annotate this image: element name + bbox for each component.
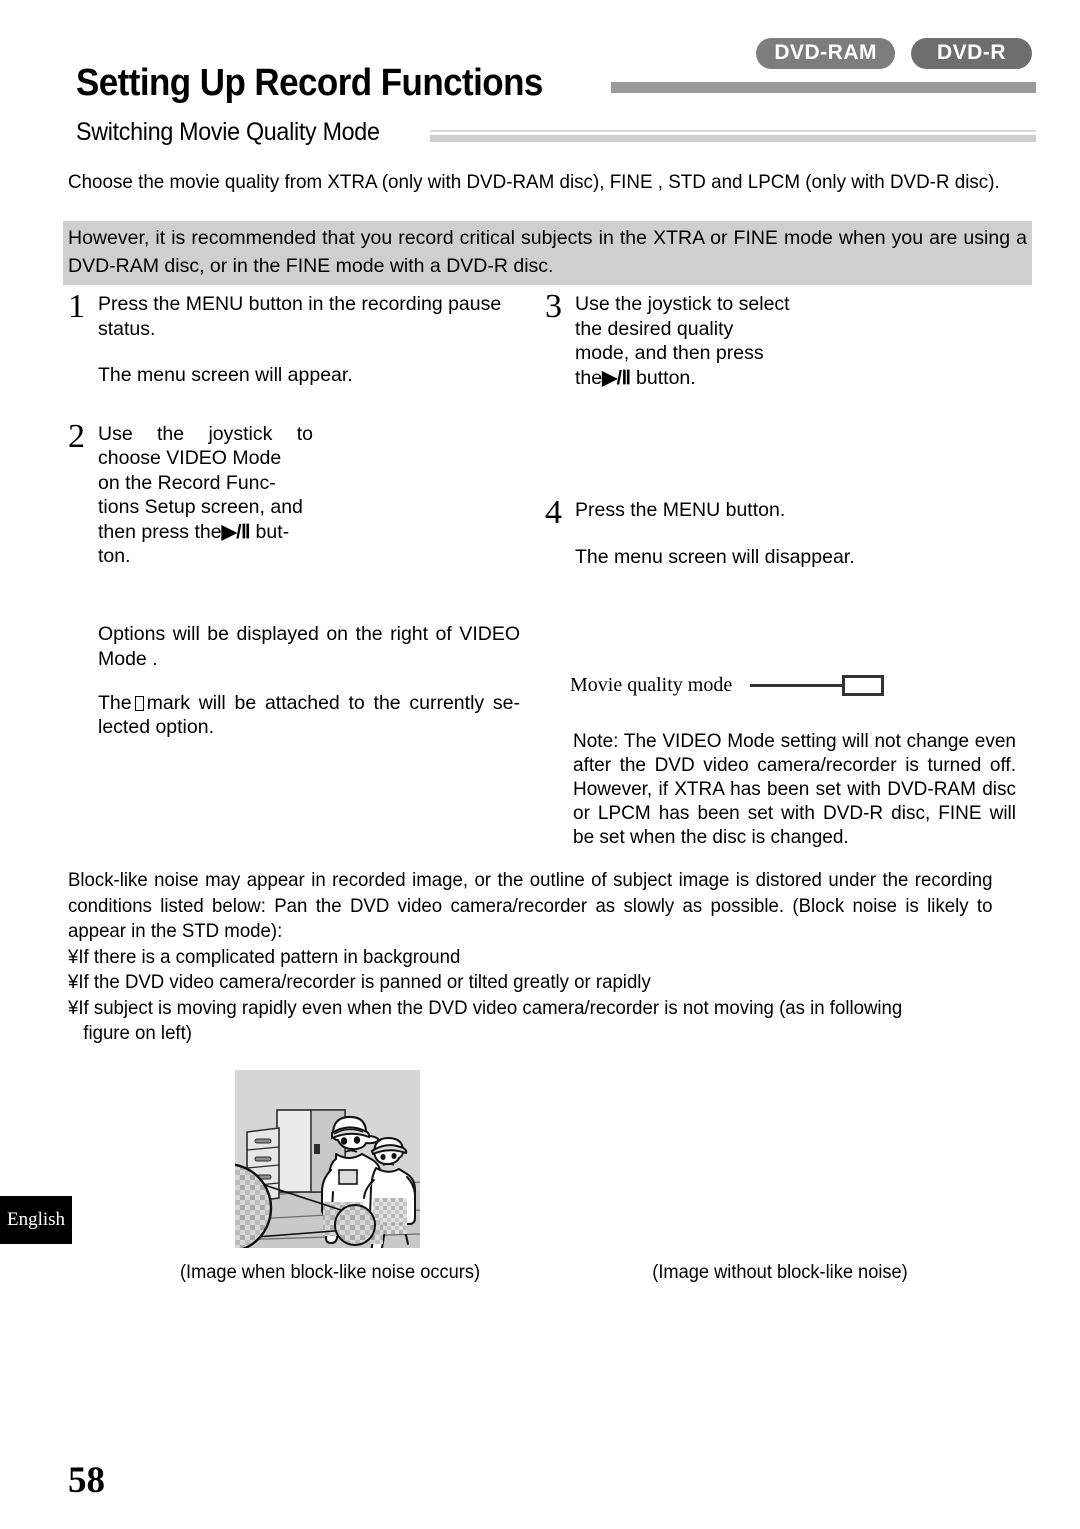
step-2-text-f: ton. bbox=[98, 545, 131, 567]
step-1-result: The menu screen will appear. bbox=[98, 364, 353, 386]
step-1-text: Press the MENU button in the recording p… bbox=[98, 293, 502, 340]
steps-column-right: 3 Use the joystick to select the desired… bbox=[545, 288, 1015, 569]
step-2-text-c: tions Setup screen, and bbox=[98, 496, 303, 518]
block-noise-illustration bbox=[235, 1070, 420, 1248]
section-rule-thin bbox=[430, 130, 1036, 132]
step-3-line-4-post: button. bbox=[630, 366, 696, 389]
step-3-body: Use the joystick to select the desired q… bbox=[575, 292, 1015, 390]
title-rule bbox=[611, 82, 1036, 93]
step-1-number: 1 bbox=[68, 288, 85, 325]
step-2-note-b: The mark will be attached to the currentl… bbox=[98, 691, 520, 740]
block-noise-bullet-3: ¥If subject is moving rapidly even when … bbox=[68, 996, 903, 1019]
step-2: 2 Use the joystick to choose VIDEO Mode … bbox=[68, 417, 520, 569]
block-noise-bullet-3-continued: figure on left) bbox=[83, 1022, 192, 1044]
step-4: 4 Press the MENU button. The menu screen… bbox=[545, 494, 1015, 569]
step-2-body: Use the joystick to choose VIDEO Mode on… bbox=[98, 422, 520, 569]
figure-caption-right: (Image without block-like noise) bbox=[652, 1262, 908, 1283]
callout-target-box bbox=[842, 675, 885, 696]
block-noise-paragraph: Block-like noise may appear in recorded … bbox=[68, 869, 993, 942]
step-4-text: Press the MENU button. bbox=[575, 499, 786, 521]
step-3-line-4-pre: the bbox=[575, 366, 603, 389]
page-title-row: Setting Up Record Functions bbox=[76, 64, 1036, 102]
figure-caption-left: (Image when block-like noise occurs) bbox=[179, 1262, 481, 1283]
step-4-body: Press the MENU button. The menu screen w… bbox=[575, 498, 1015, 569]
note-text: Note: The VIDEO Mode setting will not ch… bbox=[573, 731, 1016, 848]
step-2-note-b-post: mark will be attached to the currently s… bbox=[98, 691, 520, 739]
block-noise-section: Block-like noise may appear in recorded … bbox=[68, 868, 992, 1047]
recommendation-highlight-box: However, it is recommended that you reco… bbox=[63, 221, 1032, 285]
step-3: 3 Use the joystick to select the desired… bbox=[545, 288, 1015, 390]
step-4-result: The menu screen will disappear. bbox=[575, 545, 855, 568]
recommendation-text: However, it is recommended that you reco… bbox=[68, 227, 1027, 277]
step-2-number: 2 bbox=[68, 417, 85, 455]
step-2-text-d-line: then press the▶/Ⅱ but- bbox=[98, 520, 520, 545]
callout-label: Movie quality mode bbox=[570, 674, 733, 696]
step-3-number: 3 bbox=[545, 288, 562, 325]
language-tab: English bbox=[0, 1196, 72, 1244]
step-2-text-b: on the Record Func- bbox=[98, 471, 276, 494]
step-4-number: 4 bbox=[545, 494, 562, 531]
step-1-body: Press the MENU button in the recording p… bbox=[98, 292, 520, 388]
section-rule-thick bbox=[430, 135, 1036, 142]
step-2-text-a: Use the joystick to choose VIDEO Mode bbox=[98, 422, 313, 470]
step-2-note-a: Options will be displayed on the right o… bbox=[98, 623, 520, 670]
section-title: Switching Movie Quality Mode bbox=[76, 118, 380, 146]
block-noise-bullet-1: ¥If there is a complicated pattern in ba… bbox=[68, 945, 461, 968]
page-number: 58 bbox=[68, 1460, 105, 1501]
intro-paragraph-block: Choose the movie quality from XTRA (only… bbox=[68, 168, 1002, 196]
step-1: 1 Press the MENU button in the recording… bbox=[68, 288, 520, 388]
callout-leader-line bbox=[750, 684, 843, 687]
step-3-line-3: mode, and then press bbox=[575, 342, 764, 364]
step-2-text-e: but- bbox=[250, 520, 290, 543]
step-2-note-b-pre: The bbox=[98, 691, 132, 714]
section-rules bbox=[430, 130, 1036, 142]
selected-option-mark-icon bbox=[134, 695, 144, 711]
manual-page: DVD-RAM DVD-R Setting Up Record Function… bbox=[0, 0, 1080, 1529]
page-title: Setting Up Record Functions bbox=[76, 62, 543, 104]
step-3-line-1: Use the joystick to select bbox=[575, 293, 790, 315]
play-pause-button-icon: ▶/Ⅱ bbox=[602, 366, 631, 389]
play-pause-button-icon: ▶/Ⅱ bbox=[221, 520, 251, 543]
step-3-line-4: the▶/Ⅱ button. bbox=[575, 366, 1015, 391]
block-noise-illustration-svg bbox=[235, 1070, 420, 1248]
note-block: Note: The VIDEO Mode setting will not ch… bbox=[573, 730, 1016, 850]
step-2-text-d: then press the bbox=[98, 520, 222, 543]
section-title-row: Switching Movie Quality Mode bbox=[76, 120, 1036, 145]
intro-paragraph: Choose the movie quality from XTRA (only… bbox=[68, 171, 1000, 193]
steps-column-left: 1 Press the MENU button in the recording… bbox=[68, 288, 520, 759]
step-2-notes: Options will be displayed on the right o… bbox=[68, 622, 520, 740]
movie-quality-mode-callout: Movie quality mode bbox=[570, 674, 885, 697]
step-3-line-2: the desired quality bbox=[575, 317, 734, 340]
block-noise-bullet-2: ¥If the DVD video camera/recorder is pan… bbox=[68, 971, 651, 993]
